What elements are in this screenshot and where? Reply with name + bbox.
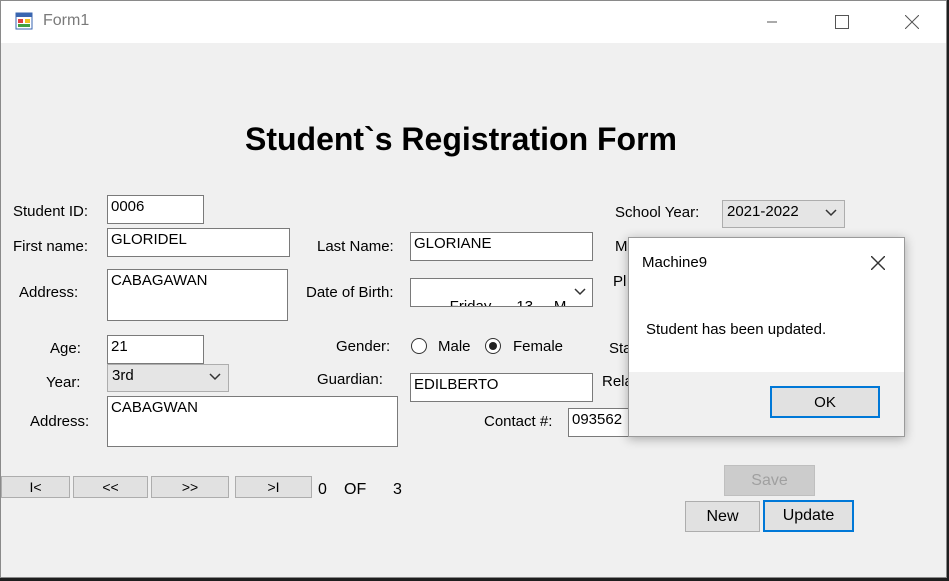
form1-window: Form1 Student`s Registration Form Studen… bbox=[0, 0, 947, 578]
partial-label-m: M bbox=[615, 238, 628, 255]
update-button[interactable]: Update bbox=[763, 500, 854, 532]
dob-label: Date of Birth: bbox=[306, 284, 394, 301]
gender-label: Gender: bbox=[336, 338, 391, 355]
close-icon bbox=[905, 15, 919, 29]
guardian-field[interactable]: EDILBERTO bbox=[410, 373, 593, 402]
partial-label-pl: Pl bbox=[613, 273, 627, 290]
minimize-button[interactable] bbox=[749, 1, 795, 43]
page-title: Student`s Registration Form bbox=[244, 121, 677, 157]
gender-male-radio[interactable] bbox=[411, 338, 427, 354]
title-bar: Form1 bbox=[1, 1, 946, 43]
message-dialog: Machine9 Student has been updated. OK bbox=[628, 237, 905, 437]
gender-female-radio[interactable] bbox=[485, 338, 501, 354]
school-year-label: School Year: bbox=[615, 204, 700, 221]
student-id-label: Student ID: bbox=[13, 203, 89, 220]
guardian-label: Guardian: bbox=[317, 371, 383, 388]
maximize-button[interactable] bbox=[819, 1, 865, 43]
dob-picker[interactable]: Friday , 13 M bbox=[410, 278, 593, 307]
address-label: Address: bbox=[19, 284, 79, 301]
close-window-button[interactable] bbox=[889, 1, 935, 43]
minimize-icon bbox=[767, 21, 777, 23]
nav-first-button[interactable]: I< bbox=[1, 476, 70, 498]
first-name-field[interactable]: GLORIDEL bbox=[107, 228, 290, 257]
dialog-close-button[interactable] bbox=[867, 252, 889, 274]
chevron-down-icon bbox=[209, 373, 221, 381]
address-field[interactable]: CABAGAWAN bbox=[107, 269, 288, 321]
dialog-message: Student has been updated. bbox=[646, 321, 827, 338]
year-value: 3rd bbox=[112, 367, 134, 384]
nav-prev-button[interactable]: << bbox=[73, 476, 148, 498]
record-position: 0 bbox=[318, 481, 327, 498]
guardian-address-label: Address: bbox=[30, 413, 90, 430]
student-id-field[interactable]: 0006 bbox=[107, 195, 204, 224]
chevron-down-icon bbox=[825, 209, 837, 217]
age-field[interactable]: 21 bbox=[107, 335, 204, 364]
first-name-label: First name: bbox=[13, 238, 89, 255]
dob-value: Friday , 13 M bbox=[449, 298, 567, 307]
last-name-field[interactable]: GLORIANE bbox=[410, 232, 593, 261]
contact-label: Contact #: bbox=[484, 413, 553, 430]
year-select[interactable]: 3rd bbox=[107, 364, 229, 392]
record-of-label: OF bbox=[344, 481, 367, 498]
last-name-label: Last Name: bbox=[317, 238, 394, 255]
gender-female-label: Female bbox=[513, 338, 564, 355]
gender-male-label: Male bbox=[438, 338, 471, 355]
ok-button[interactable]: OK bbox=[770, 386, 880, 418]
close-icon bbox=[871, 256, 885, 270]
year-label: Year: bbox=[46, 374, 81, 391]
new-button[interactable]: New bbox=[685, 501, 760, 532]
nav-next-button[interactable]: >> bbox=[151, 476, 229, 498]
record-total: 3 bbox=[393, 481, 402, 498]
age-label: Age: bbox=[50, 340, 81, 357]
save-button[interactable]: Save bbox=[724, 465, 815, 496]
maximize-icon bbox=[835, 15, 849, 29]
dialog-title: Machine9 bbox=[642, 254, 708, 271]
dialog-footer: OK bbox=[629, 372, 904, 436]
nav-last-button[interactable]: >I bbox=[235, 476, 312, 498]
school-year-value: 2021-2022 bbox=[727, 203, 799, 220]
guardian-address-field[interactable]: CABAGWAN bbox=[107, 396, 398, 447]
window-title: Form1 bbox=[43, 12, 90, 29]
school-year-select[interactable]: 2021-2022 bbox=[722, 200, 845, 228]
app-icon bbox=[15, 12, 33, 30]
chevron-down-icon bbox=[574, 288, 586, 296]
